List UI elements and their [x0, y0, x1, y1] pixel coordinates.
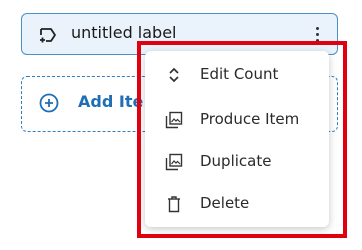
- menu-item-label: Delete: [200, 194, 250, 212]
- add-circle-icon: [39, 93, 59, 113]
- image-stack-icon: [165, 111, 183, 129]
- kebab-menu-icon[interactable]: [310, 22, 324, 46]
- label-card[interactable]: untitled label: [21, 13, 338, 55]
- unfold-arrows-icon: [169, 67, 179, 83]
- trash-icon: [168, 196, 180, 213]
- stage: untitled label Add Ite Edit Count Produc: [0, 0, 362, 250]
- menu-item-produce-item[interactable]: Produce Item: [145, 103, 329, 137]
- label-tag-icon: [40, 28, 56, 43]
- menu-item-label: Duplicate: [200, 152, 272, 170]
- context-menu: Edit Count Produce Item Duplicate Delete: [145, 51, 329, 227]
- menu-item-label: Produce Item: [200, 110, 300, 128]
- menu-item-label: Edit Count: [200, 65, 279, 83]
- image-stack-icon: [165, 153, 183, 171]
- menu-item-edit-count[interactable]: Edit Count: [145, 58, 329, 92]
- label-title: untitled label: [71, 23, 177, 42]
- add-item-label: Add Ite: [78, 92, 144, 111]
- menu-item-delete[interactable]: Delete: [145, 187, 329, 221]
- menu-item-duplicate[interactable]: Duplicate: [145, 145, 329, 179]
